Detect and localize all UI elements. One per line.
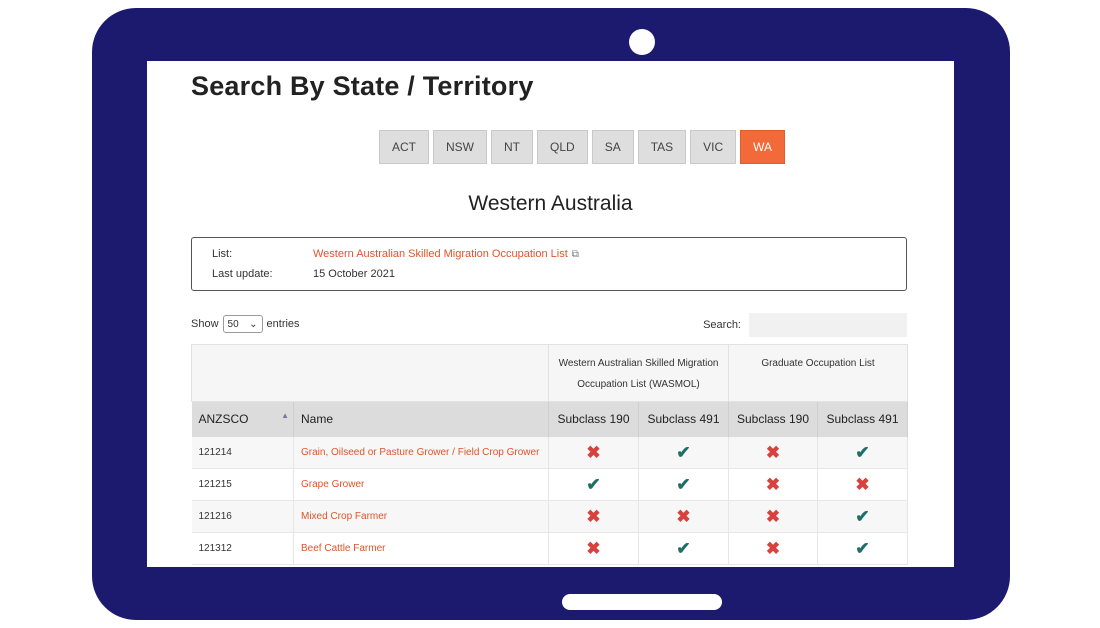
update-row: Last update: 15 October 2021 (212, 268, 395, 280)
check-icon: ✔ (855, 442, 870, 462)
cross-icon: ✖ (676, 506, 691, 526)
check-icon: ✔ (855, 538, 870, 558)
home-bar (562, 594, 722, 610)
column-header-graduate-491[interactable]: Subclass 491 (817, 401, 909, 437)
state-heading: Western Australia (468, 192, 633, 215)
occupation-table: Western Australian Skilled Migration Occ… (191, 344, 909, 565)
group-header-wasmol: Western Australian Skilled Migration Occ… (547, 344, 730, 402)
eligibility-cell: ✖ (638, 500, 730, 533)
check-icon: ✔ (586, 474, 601, 494)
cross-icon: ✖ (765, 474, 781, 494)
tab-vic[interactable]: VIC (690, 130, 737, 164)
column-header-name[interactable]: Name (293, 401, 549, 437)
cross-icon: ✖ (855, 474, 870, 494)
eligibility-cell: ✔ (638, 532, 730, 565)
cross-icon: ✖ (586, 442, 601, 462)
eligibility-cell: ✖ (817, 468, 909, 501)
occupation-link[interactable]: Grain, Oilseed or Pasture Grower / Field… (301, 447, 539, 458)
occupation-name-cell: Beef Cattle Farmer (293, 532, 549, 565)
page-title: Search By State / Territory (191, 71, 534, 101)
column-header-wasmol-491[interactable]: Subclass 491 (638, 401, 730, 437)
eligibility-cell: ✔ (638, 468, 730, 501)
eligibility-cell: ✖ (728, 500, 819, 533)
table-controls: Show 50 ⌄ entries Search: (191, 313, 907, 337)
eligibility-cell: ✔ (548, 468, 639, 501)
tab-sa[interactable]: SA (591, 130, 634, 164)
eligibility-cell: ✖ (728, 436, 819, 469)
eligibility-cell: ✖ (728, 468, 819, 501)
eligibility-cell: ✖ (548, 500, 639, 533)
list-row: List: Western Australian Skilled Migratio… (212, 248, 579, 260)
tab-wa[interactable]: WA (740, 130, 786, 164)
anzsco-code: 121312 (191, 532, 294, 565)
cross-icon: ✖ (765, 506, 781, 526)
table-body: 121214 Grain, Oilseed or Pasture Grower /… (191, 436, 909, 565)
last-update-value: 15 October 2021 (313, 268, 395, 280)
chevron-down-icon: ⌄ (249, 318, 258, 330)
tab-qld[interactable]: QLD (537, 130, 588, 164)
cross-icon: ✖ (765, 442, 781, 462)
check-icon: ✔ (676, 442, 691, 462)
external-link-icon[interactable]: ⧉ (572, 249, 579, 260)
eligibility-cell: ✔ (817, 436, 909, 469)
column-header-anzsco[interactable]: ANZSCO ▲ (191, 401, 294, 437)
tab-nt[interactable]: NT (491, 130, 533, 164)
anzsco-code: 121215 (191, 468, 294, 501)
column-header-wasmol-190[interactable]: Subclass 190 (548, 401, 639, 437)
occupation-name-cell: Mixed Crop Farmer (293, 500, 549, 533)
camera-icon (629, 29, 655, 55)
column-header-graduate-190[interactable]: Subclass 190 (728, 401, 819, 437)
tab-tas[interactable]: TAS (637, 130, 687, 164)
list-label: List: (212, 248, 233, 260)
anzsco-code: 121214 (191, 436, 294, 469)
last-update-label: Last update: (212, 268, 273, 280)
info-box: List: Western Australian Skilled Migratio… (191, 237, 907, 291)
eligibility-cell: ✔ (638, 436, 730, 469)
search-label: Search: (703, 319, 741, 331)
search-input[interactable] (749, 313, 907, 337)
occupation-name-cell: Grape Grower (293, 468, 549, 501)
check-icon: ✔ (676, 474, 691, 494)
group-header-graduate: Graduate Occupation List (728, 344, 909, 402)
state-tabs: ACT NSW NT QLD SA TAS VIC WA (379, 130, 786, 164)
table-row: 121214 Grain, Oilseed or Pasture Grower /… (191, 436, 909, 469)
eligibility-cell: ✔ (817, 532, 909, 565)
entries-value: 50 (227, 318, 239, 330)
show-label: Show (191, 318, 219, 330)
check-icon: ✔ (855, 506, 870, 526)
cross-icon: ✖ (586, 506, 601, 526)
tab-nsw[interactable]: NSW (433, 130, 487, 164)
eligibility-cell: ✖ (548, 436, 639, 469)
occupation-list-link[interactable]: Western Australian Skilled Migration Occ… (313, 248, 568, 260)
table-row: 121312 Beef Cattle Farmer ✖ ✔ ✖ ✔ (191, 532, 909, 565)
show-entries: Show 50 ⌄ entries (191, 315, 300, 333)
anzsco-code: 121216 (191, 500, 294, 533)
eligibility-cell: ✖ (728, 532, 819, 565)
occupation-link[interactable]: Beef Cattle Farmer (301, 543, 385, 554)
table-row: 121216 Mixed Crop Farmer ✖ ✖ ✖ ✔ (191, 500, 909, 533)
table-row: 121215 Grape Grower ✔ ✔ ✖ ✖ (191, 468, 909, 501)
occupation-link[interactable]: Grape Grower (301, 479, 364, 490)
cross-icon: ✖ (586, 538, 601, 558)
check-icon: ✔ (676, 538, 691, 558)
group-header-blank (191, 344, 549, 402)
entries-select[interactable]: 50 ⌄ (222, 315, 263, 333)
screen: Search By State / Territory ACT NSW NT Q… (147, 61, 954, 567)
entries-label: entries (266, 318, 300, 330)
search-control: Search: (703, 313, 907, 337)
cross-icon: ✖ (765, 538, 781, 558)
eligibility-cell: ✔ (817, 500, 909, 533)
eligibility-cell: ✖ (548, 532, 639, 565)
tab-act[interactable]: ACT (379, 130, 429, 164)
occupation-name-cell: Grain, Oilseed or Pasture Grower / Field… (293, 436, 549, 469)
sort-asc-icon: ▲ (281, 411, 289, 420)
occupation-link[interactable]: Mixed Crop Farmer (301, 511, 387, 522)
